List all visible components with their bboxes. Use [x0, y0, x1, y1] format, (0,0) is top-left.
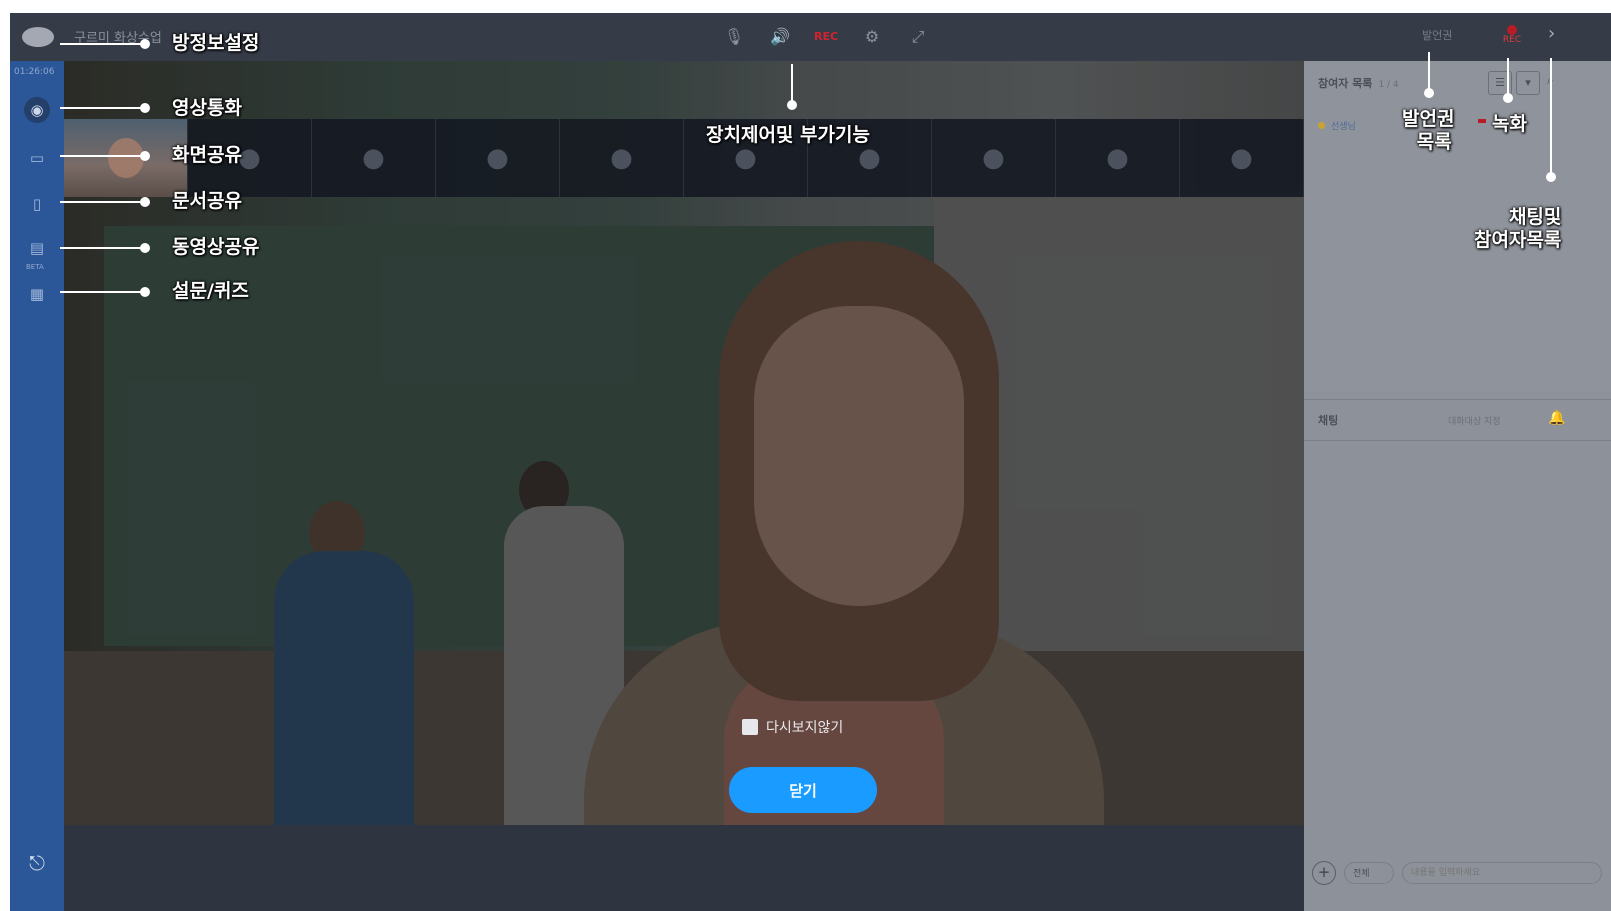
callout-doc-share: 문서공유 — [172, 190, 242, 212]
participant-slot-icon[interactable]: ● — [1056, 119, 1180, 197]
thumbnail-self[interactable] — [64, 119, 188, 197]
fullscreen-icon[interactable]: ⤢ — [906, 25, 930, 49]
record-button[interactable]: REC — [1500, 23, 1524, 49]
chat-title: 채팅 — [1318, 414, 1339, 427]
participant-slot-icon[interactable]: ● — [436, 119, 560, 197]
chat-recipient-select[interactable]: 전체 — [1344, 862, 1394, 884]
recording-indicator-icon — [1478, 119, 1486, 123]
main-video-area: ● ● ● ● ● ● ● ● ● 다시보지않기 닫기 — [64, 61, 1304, 825]
callout-video-share: 동영상공유 — [172, 236, 260, 258]
dropdown-icon[interactable]: ▾ — [1516, 71, 1540, 95]
participant-list-title: 참여자 목록 1 / 4 — [1318, 77, 1399, 90]
callout-recording: 녹화 — [1492, 113, 1527, 135]
left-rail: 01:26:06 ◉ ▭ ▯ ▤ BETA ▦ ⎋ — [10, 61, 64, 911]
session-timer: 01:26:06 — [14, 67, 55, 77]
dont-show-again[interactable]: 다시보지않기 — [742, 717, 843, 737]
chevron-right-icon[interactable]: › — [1548, 23, 1555, 44]
callout-video-call: 영상통화 — [172, 97, 242, 119]
screen-share-icon[interactable]: ▭ — [24, 145, 50, 171]
chat-input[interactable] — [1402, 862, 1602, 884]
participant-row[interactable]: 선생님 — [1318, 119, 1356, 132]
logo-icon[interactable] — [22, 27, 54, 47]
bell-icon[interactable]: 🔔 — [1548, 410, 1565, 426]
callout-survey-quiz: 설문/퀴즈 — [172, 280, 249, 302]
video-call-icon[interactable]: ◉ — [24, 97, 50, 123]
callout-chat-participants: 채팅및 참여자목록 — [1474, 206, 1562, 251]
document-share-icon[interactable]: ▯ — [24, 191, 50, 217]
participant-slot-icon[interactable]: ● — [312, 119, 436, 197]
chat-input-row: + 전체 — [1312, 861, 1602, 885]
callout-device-control: 장치제어및 부가기능 — [706, 124, 870, 146]
chat-target-selector[interactable]: 대화대상 지정 — [1448, 414, 1501, 427]
app-window: 구르미 화상수업 🎙 🔊 REC ⚙ ⤢ 발언권 REC › 01:26:06 … — [10, 13, 1611, 911]
participant-thumbnails: ● ● ● ● ● ● ● ● ● — [64, 119, 1304, 197]
settings-icon[interactable]: ⚙ — [860, 25, 884, 49]
participant-slot-icon[interactable]: ● — [932, 119, 1056, 197]
video-share-icon[interactable]: ▤ — [24, 235, 50, 261]
speaker-rights-button[interactable]: 발언권 — [1422, 27, 1452, 43]
dont-show-again-checkbox[interactable] — [742, 719, 758, 735]
device-controls: 🎙 🔊 REC ⚙ ⤢ — [722, 25, 930, 49]
beta-badge: BETA — [26, 263, 44, 271]
callout-speaker-list: 발언권 목록 — [1402, 108, 1455, 153]
exit-icon[interactable]: ⎋ — [24, 851, 50, 881]
speaker-icon[interactable]: 🔊 — [768, 25, 792, 49]
host-badge-icon — [1318, 122, 1325, 129]
chat-header: 채팅 대화대상 지정 🔔 — [1304, 399, 1611, 441]
participant-list: 참여자 목록1 / 4 ☰ ▾ ⌕ 선생님 — [1304, 61, 1611, 391]
participant-slot-icon[interactable]: ● — [1180, 119, 1304, 197]
participant-slot-icon[interactable]: ● — [560, 119, 684, 197]
add-icon[interactable]: + — [1312, 861, 1336, 885]
close-button[interactable]: 닫기 — [729, 767, 877, 813]
callout-screen-share: 화면공유 — [172, 144, 242, 166]
survey-quiz-icon[interactable]: ▦ — [24, 281, 50, 307]
right-panel: 참여자 목록1 / 4 ☰ ▾ ⌕ 선생님 채팅 대화대상 지정 🔔 + 전체 — [1304, 61, 1611, 911]
participant-name: 선생님 — [1331, 122, 1356, 132]
rec-indicator-icon[interactable]: REC — [814, 25, 838, 49]
callout-room-info: 방정보설정 — [172, 32, 260, 54]
bottom-bar — [64, 825, 1304, 911]
participant-count: 1 / 4 — [1378, 80, 1399, 90]
dont-show-again-label: 다시보지않기 — [766, 720, 844, 736]
mic-icon[interactable]: 🎙 — [722, 25, 746, 49]
